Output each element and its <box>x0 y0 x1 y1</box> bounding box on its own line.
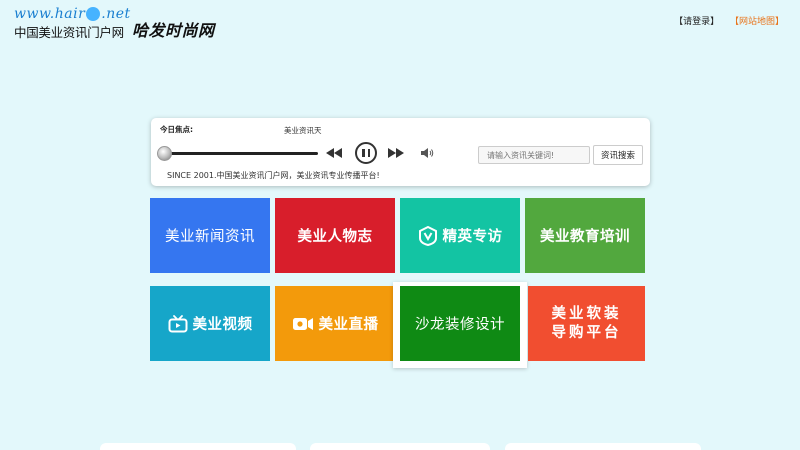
logo-slogan: 哈发时尚网 <box>132 21 215 40</box>
tile-label: 美业教育培训 <box>540 229 630 245</box>
camera-icon <box>292 316 314 332</box>
tile-beauty-education[interactable]: 美业教育培训 <box>525 198 645 273</box>
tagline: SINCE 2001.中国美业资讯门户网，美业资讯专业传播平台! <box>167 171 380 180</box>
search-input[interactable] <box>478 146 590 164</box>
top-links: 【请登录】 【网站地图】 <box>666 14 784 27</box>
tile-label: 美业人物志 <box>297 229 373 245</box>
seek-bar[interactable] <box>161 152 318 155</box>
volume-button[interactable] <box>419 144 435 162</box>
bottom-card <box>100 443 296 450</box>
tv-icon <box>168 314 188 333</box>
v-badge-icon <box>418 225 438 246</box>
tile-salon-design[interactable]: 沙龙装修设计 <box>400 286 520 361</box>
fast-forward-icon <box>388 148 404 158</box>
logo-subtitle: 中国美业资讯门户网 <box>14 25 124 40</box>
tile-label-line1: 美业软装 <box>551 305 622 322</box>
logo-url: www.hair .net <box>14 6 131 22</box>
tile-beauty-video[interactable]: 美业视频 <box>150 286 270 361</box>
rewind-icon <box>326 148 342 158</box>
logo-8-icon <box>86 7 101 21</box>
logo-url-text: www.hair <box>14 6 86 22</box>
sitemap-link[interactable]: 【网站地图】 <box>730 17 784 27</box>
seek-handle[interactable] <box>157 146 172 161</box>
tile-beauty-live[interactable]: 美业直播 <box>275 286 395 361</box>
login-link[interactable]: 【请登录】 <box>674 17 719 27</box>
tile-elite-interview[interactable]: 精英专访 <box>400 198 520 273</box>
site-logo[interactable]: www.hair .net 中国美业资讯门户网 哈发时尚网 <box>14 6 224 40</box>
tile-beauty-news[interactable]: 美业新闻资讯 <box>150 198 270 273</box>
tile-label: 美业软装 导购平台 <box>552 305 622 343</box>
logo-url-net: .net <box>101 6 131 22</box>
tile-beauty-people[interactable]: 美业人物志 <box>275 198 395 273</box>
pause-icon <box>362 149 370 157</box>
tile-label-line2: 导购平台 <box>551 324 622 341</box>
news-player-panel: 今日焦点: 美业资讯天 资讯搜索 SINCE 2001.中国美业资讯门户网，美业… <box>151 118 650 186</box>
previous-button[interactable] <box>325 144 343 162</box>
next-button[interactable] <box>387 144 405 162</box>
speaker-icon <box>420 148 433 158</box>
focus-headline[interactable]: 美业资讯天 <box>284 125 322 136</box>
tile-soft-furnishing-guide[interactable]: 美业软装 导购平台 <box>528 286 645 361</box>
bottom-card <box>310 443 490 450</box>
bottom-card <box>505 443 701 450</box>
focus-label: 今日焦点: <box>160 125 193 134</box>
search-button[interactable]: 资讯搜索 <box>593 145 643 165</box>
tile-label: 美业直播 <box>318 317 379 333</box>
tile-label: 美业新闻资讯 <box>165 229 255 245</box>
tile-label: 精英专访 <box>442 229 503 245</box>
tile-label: 沙龙装修设计 <box>415 317 505 333</box>
tile-label: 美业视频 <box>192 317 253 333</box>
pause-button[interactable] <box>355 142 377 164</box>
